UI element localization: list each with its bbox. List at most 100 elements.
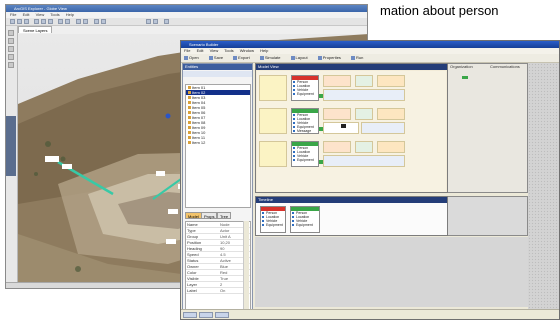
menu-view[interactable]: View [210,48,219,53]
window-title: ArcGIS Explorer - Globe View [6,5,367,12]
diagram-block[interactable] [259,141,287,167]
vehicle-icon [341,124,346,128]
toolbar-button[interactable] [24,19,29,24]
diagram-block[interactable] [323,155,405,167]
diagram-block[interactable] [377,75,405,87]
toolbar: Open Save Export Simulate Layout Propert… [181,54,559,63]
toolbar-button[interactable] [17,19,22,24]
menu-window[interactable]: Window [240,48,254,53]
toolbar-button[interactable] [101,19,106,24]
diagram-block[interactable] [355,75,373,87]
menu-edit[interactable]: Edit [197,48,204,53]
taskbar-button[interactable] [215,312,229,318]
label-communications: Communications [490,64,520,69]
taskbar-button[interactable] [199,312,213,318]
list-item[interactable]: Item 12 [186,140,250,145]
workspace-background [528,63,559,319]
toolbar-layout[interactable]: Layout [290,55,308,60]
diagram-block[interactable] [259,75,287,101]
toolbar-button[interactable] [34,19,39,24]
diagram-side-area: Organization Communications [448,63,528,193]
tab-tree[interactable]: Tree [217,212,232,219]
connector-icon [319,94,323,98]
entity-node[interactable]: Person Location Vehicle Equipment [291,141,319,167]
toolbar-button[interactable] [65,19,70,24]
toolbar [6,18,367,26]
diagram-block[interactable] [355,108,373,120]
entity-list[interactable]: Item 01 Item 02 Item 03 Item 04 Item 05 … [185,84,251,208]
toolbar-button[interactable] [164,19,169,24]
entity-node[interactable]: Person Location Vehicle Equipment [291,75,319,101]
toolbar-button[interactable] [153,19,158,24]
entity-node[interactable]: Person Location Vehicle Equipment [260,206,286,233]
menu-edit[interactable]: Edit [23,12,30,17]
map-marker[interactable] [165,113,171,119]
toolbar-button[interactable] [76,19,81,24]
logo-strip [6,116,16,176]
menu-file[interactable]: File [10,12,16,17]
toolbar-button[interactable] [146,19,151,24]
tab-props[interactable]: Props [201,212,218,219]
entity-node[interactable]: Person Location Vehicle Equipment Messag… [291,108,319,134]
nav-button[interactable] [8,46,14,52]
panel-filter[interactable] [183,71,252,77]
diagram-block[interactable] [259,108,287,134]
nav-button[interactable] [8,62,14,68]
timeline-window: Timeline Person Location Vehicle Equipme… [255,196,448,236]
entity-panel: Entities Item 01 Item 02 Item 03 Item 04… [182,63,253,319]
nav-button[interactable] [8,30,14,36]
diagram-block[interactable] [323,89,405,101]
tab-model[interactable]: Model [185,212,202,219]
toolbar-run[interactable]: Run [351,55,363,60]
diagram-window: Model View Person Location Vehicle Equip… [255,63,448,193]
diagram-block[interactable] [361,122,405,134]
panel-tabs: Model Props Tree [185,212,251,219]
window-title: Scenario Builder [181,41,559,48]
menu-view[interactable]: View [36,12,45,17]
toolbar-save[interactable]: Save [208,55,223,60]
diagram-block[interactable] [323,75,351,87]
toolbar-simulate[interactable]: Simulate [259,55,280,60]
tab-scene[interactable]: Scene Layers [18,26,53,33]
property-grid[interactable]: Name Node Type Actor Group Unit A Position 1… [185,221,251,319]
menu-help[interactable]: Help [260,48,268,53]
diagram-block[interactable] [323,108,351,120]
diagram-block[interactable] [377,141,405,153]
nav-button[interactable] [8,54,14,60]
menu-tools[interactable]: Tools [224,48,233,53]
toolbar-button[interactable] [94,19,99,24]
diagram-block[interactable] [355,141,373,153]
menu-file[interactable]: File [184,48,190,53]
diagram-canvas[interactable]: Person Location Vehicle Equipment Person… [257,71,446,192]
diagram-block[interactable] [377,108,405,120]
nav-button[interactable] [8,38,14,44]
diagram-block[interactable] [323,141,351,153]
toolbar-open[interactable]: Open [184,55,199,60]
property-scrollbar[interactable] [243,221,249,319]
taskbar [181,309,559,319]
connector-icon [319,127,323,131]
menu-help[interactable]: Help [66,12,74,17]
left-tool-strip [6,26,18,288]
toolbar-button[interactable] [10,19,15,24]
legend-swatch [462,76,468,79]
label-organization: Organization [450,64,473,69]
workspace-background [255,237,528,307]
toolbar-button[interactable] [83,19,88,24]
headline-text: mation about person [380,3,499,18]
scenario-builder-window: Scenario Builder File Edit View Tools Wi… [180,40,560,320]
panel-title: Entities [183,64,252,70]
toolbar-button[interactable] [58,19,63,24]
toolbar-button[interactable] [48,19,53,24]
property-row[interactable]: Label On [186,288,250,294]
timeline-title: Timeline [256,197,447,203]
diagram-title: Model View [256,64,447,70]
toolbar-export[interactable]: Export [233,55,250,60]
menu-tools[interactable]: Tools [50,12,59,17]
entity-node[interactable]: Person Location Vehicle Equipment [290,206,320,233]
connector-icon [319,160,323,164]
timeline-extension [448,196,528,236]
toolbar-button[interactable] [41,19,46,24]
taskbar-button[interactable] [183,312,197,318]
toolbar-properties[interactable]: Properties [317,55,341,60]
